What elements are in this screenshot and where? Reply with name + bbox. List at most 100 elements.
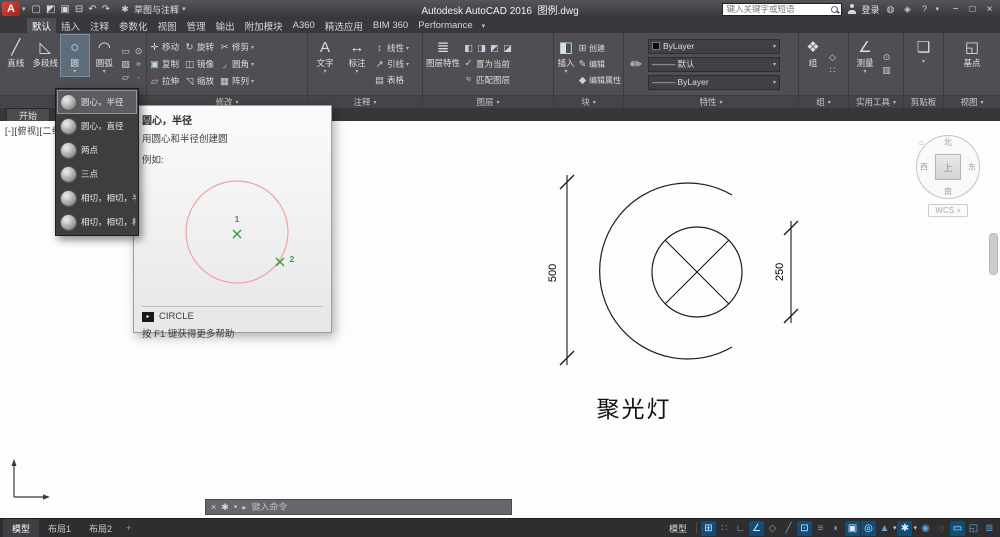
command-recent-caret-icon[interactable]: ▾ bbox=[234, 503, 238, 511]
paste-button[interactable]: ❏ ▾ bbox=[912, 35, 936, 66]
line-button[interactable]: ╱ 直线 bbox=[2, 35, 30, 69]
ungroup-icon[interactable]: ◇ bbox=[827, 52, 838, 63]
app-menu-caret-icon[interactable]: ▾ bbox=[22, 5, 26, 13]
workspace-switching-icon[interactable]: ✱ bbox=[897, 520, 913, 536]
menu-item-3point[interactable]: 三点 bbox=[57, 162, 137, 186]
polar-tracking-icon[interactable]: ∠ bbox=[748, 520, 764, 536]
viewcube-top-face[interactable]: 上 bbox=[935, 154, 961, 180]
tab-a360[interactable]: A360 bbox=[288, 18, 320, 33]
leader-caret-icon[interactable]: ▾ bbox=[406, 61, 409, 68]
workspace-caret2-icon[interactable]: ▾ bbox=[913, 524, 917, 532]
region-icon[interactable]: ▱ bbox=[120, 72, 131, 83]
hatch-icon[interactable]: ▨ bbox=[120, 59, 131, 70]
customize-icon[interactable]: ≣ bbox=[982, 521, 997, 536]
help-search-field[interactable] bbox=[722, 2, 843, 16]
menu-item-2point[interactable]: 两点 bbox=[57, 138, 137, 162]
dimension-caret-icon[interactable]: ▾ bbox=[355, 69, 358, 76]
stretch-button[interactable]: ▱ 拉伸 bbox=[149, 74, 179, 89]
sign-in-avatar-icon[interactable] bbox=[847, 4, 856, 14]
tab-addins[interactable]: 附加模块 bbox=[240, 18, 288, 33]
rotate-button[interactable]: ↻ 旋转 bbox=[184, 40, 215, 55]
menu-item-center-diameter[interactable]: 圆心，直径 bbox=[57, 114, 137, 138]
save-icon[interactable]: ▣ bbox=[60, 4, 69, 15]
annotation-scale-caret-icon[interactable]: ▾ bbox=[893, 524, 897, 532]
paste-caret-icon[interactable]: ▾ bbox=[922, 59, 925, 66]
ribbon-options-caret-icon[interactable]: ▾ bbox=[478, 18, 490, 33]
text-button[interactable]: A 文字 ▾ bbox=[310, 35, 340, 76]
panel-label-view[interactable]: 视图 ▾ bbox=[944, 96, 1000, 108]
polyline-button[interactable]: ◺ 多段线 bbox=[32, 35, 60, 69]
search-icon[interactable] bbox=[831, 5, 839, 13]
menu-item-tan-tan-radius[interactable]: 相切，相切，半径 bbox=[57, 186, 137, 210]
match-layer-button[interactable]: ≈ 匹配图层 bbox=[463, 72, 513, 87]
arc-caret-icon[interactable]: ▾ bbox=[103, 69, 106, 76]
fillet-button[interactable]: ◞ 圆角 ▾ bbox=[219, 57, 254, 72]
tab-bim360[interactable]: BIM 360 bbox=[368, 18, 413, 33]
ellipse-icon[interactable]: ⊙ bbox=[133, 46, 144, 57]
command-line[interactable]: × ✱ ▾ ▸ bbox=[205, 499, 512, 515]
tab-insert[interactable]: 插入 bbox=[56, 18, 85, 33]
insert-caret-icon[interactable]: ▾ bbox=[564, 69, 567, 76]
linear-caret-icon[interactable]: ▾ bbox=[406, 45, 409, 52]
circle-button[interactable]: ○ 圆 ▾ bbox=[60, 34, 90, 77]
tab-home[interactable]: 默认 bbox=[27, 18, 57, 33]
isodraft-icon[interactable]: ◇ bbox=[765, 521, 780, 536]
viewcube-home-icon[interactable]: ⌂ bbox=[919, 138, 924, 147]
lineweight-display-icon[interactable]: ≡ bbox=[813, 521, 828, 536]
tab-manage[interactable]: 管理 bbox=[182, 18, 211, 33]
layout2-tab[interactable]: 布局2 bbox=[80, 519, 121, 537]
new-layout-button[interactable]: + bbox=[121, 519, 136, 537]
transparency-icon[interactable]: ◐ bbox=[829, 521, 844, 536]
command-input[interactable] bbox=[251, 502, 506, 512]
create-block-button[interactable]: ⊞ 创建 bbox=[578, 41, 621, 56]
isolate-objects-icon[interactable]: ◌ bbox=[934, 521, 949, 536]
redo-icon[interactable]: ↷ bbox=[102, 4, 110, 15]
quick-select-icon[interactable]: ⊙ bbox=[881, 52, 892, 63]
fillet-caret-icon[interactable]: ▾ bbox=[251, 61, 254, 68]
viewcube-east[interactable]: 东 bbox=[968, 162, 976, 173]
layer-off-icon[interactable]: ◧ bbox=[463, 43, 474, 54]
spline-icon[interactable]: ≈ bbox=[133, 59, 144, 70]
selection-cycling-icon[interactable]: ▣ bbox=[844, 520, 860, 536]
circle-caret-icon[interactable]: ▾ bbox=[73, 69, 76, 76]
snap-toggle-icon[interactable]: ∷ bbox=[717, 521, 732, 536]
menu-item-center-radius[interactable]: 圆心，半径 bbox=[57, 90, 137, 114]
viewcube-compass[interactable]: ⌂ 北 南 西 东 上 bbox=[916, 135, 980, 199]
tab-view[interactable]: 视图 bbox=[153, 18, 182, 33]
text-caret-icon[interactable]: ▾ bbox=[323, 69, 326, 76]
clean-screen-icon[interactable]: ◱ bbox=[966, 521, 981, 536]
command-customize-icon[interactable]: ✱ bbox=[221, 502, 229, 513]
tab-annotate[interactable]: 注释 bbox=[85, 18, 114, 33]
quick-calc-icon[interactable]: ▥ bbox=[881, 65, 892, 76]
sign-in-label[interactable]: 登录 bbox=[861, 3, 879, 16]
array-caret-icon[interactable]: ▾ bbox=[251, 78, 254, 85]
arc-button[interactable]: ◠ 圆弧 ▾ bbox=[91, 35, 119, 76]
object-snap-tracking-icon[interactable]: ╱ bbox=[781, 521, 796, 536]
copy-button[interactable]: ▣ 复制 bbox=[149, 57, 179, 72]
app-logo-icon[interactable]: A bbox=[2, 2, 20, 16]
leader-button[interactable]: ↗ 引线 ▾ bbox=[374, 57, 410, 72]
viewcube-north[interactable]: 北 bbox=[944, 137, 952, 148]
start-tab[interactable]: 开始 bbox=[6, 108, 51, 121]
edit-attributes-button[interactable]: ◆ 编辑属性 bbox=[578, 73, 621, 88]
base-view-button[interactable]: ◱ 基点 bbox=[957, 35, 987, 69]
layer-lock-icon[interactable]: ◪ bbox=[502, 43, 513, 54]
annotation-scale-icon[interactable]: ▲ bbox=[877, 521, 892, 536]
annotation-monitor-icon[interactable]: ◉ bbox=[918, 521, 933, 536]
spotlight-arc[interactable] bbox=[599, 182, 733, 360]
linear-dim-button[interactable]: ↕ 线性 ▾ bbox=[374, 41, 409, 56]
trim-caret-icon[interactable]: ▾ bbox=[251, 44, 254, 51]
graphics-performance-icon[interactable]: ▭ bbox=[950, 520, 965, 536]
panel-label-layers[interactable]: 图层 ▾ bbox=[423, 96, 554, 108]
edit-block-button[interactable]: ✎ 编辑 bbox=[578, 57, 621, 72]
layout1-tab[interactable]: 布局1 bbox=[39, 519, 80, 537]
grid-toggle-icon[interactable]: ⊞ bbox=[700, 520, 716, 536]
close-button[interactable]: × bbox=[981, 4, 998, 15]
annotation-visibility-icon[interactable]: ◎ bbox=[860, 520, 876, 536]
ortho-toggle-icon[interactable]: ∟ bbox=[733, 521, 748, 536]
exchange-apps-icon[interactable]: ◈ bbox=[901, 4, 913, 15]
open-file-icon[interactable]: ◩ bbox=[46, 4, 55, 15]
object-snap-icon[interactable]: ⊡ bbox=[796, 520, 812, 536]
panel-label-clipboard[interactable]: 剪贴板 bbox=[904, 96, 944, 108]
wcs-menu[interactable]: WCS ▾ bbox=[928, 204, 968, 217]
